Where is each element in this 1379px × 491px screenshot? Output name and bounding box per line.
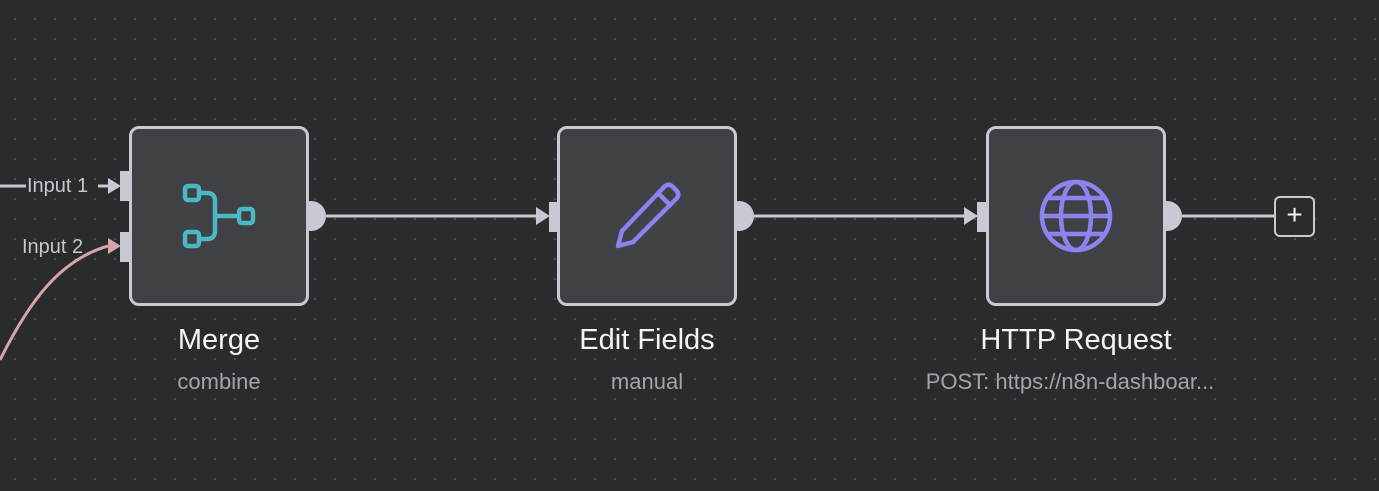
edit-input-arrow — [536, 207, 550, 225]
merge-input-1-label: Input 1 — [27, 175, 89, 197]
edit-fields-node[interactable] — [557, 126, 737, 306]
merge-node-title: Merge — [177, 324, 261, 356]
http-input-arrow — [964, 207, 978, 225]
merge-node[interactable] — [129, 126, 309, 306]
input-1-arrow — [108, 178, 121, 194]
input-2-arrow — [108, 238, 121, 254]
add-node-button[interactable]: + — [1274, 196, 1315, 237]
merge-node-subtitle: combine — [177, 369, 261, 394]
edit-fields-node-title: Edit Fields — [579, 324, 715, 356]
http-request-node-title: HTTP Request — [980, 324, 1172, 356]
edit-fields-node-subtitle: manual — [610, 369, 684, 394]
http-request-node-subtitle: POST: https://n8n-dashboar... — [925, 369, 1215, 394]
merge-icon — [182, 183, 256, 249]
merge-input-2-label: Input 2 — [22, 236, 84, 258]
workflow-canvas[interactable]: Input 1 Input 2 Merge combine Edit Field… — [0, 0, 1379, 491]
http-request-node[interactable] — [986, 126, 1166, 306]
globe-icon — [1039, 179, 1113, 253]
pencil-icon — [615, 182, 681, 249]
